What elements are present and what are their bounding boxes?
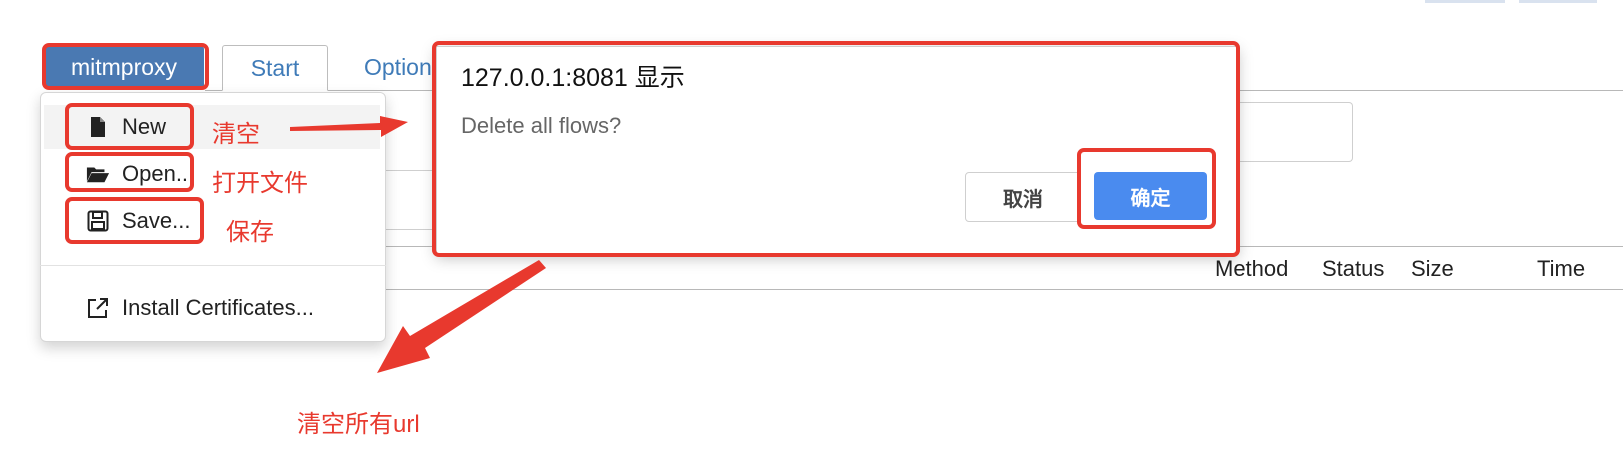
- annotation-box-brand: [42, 43, 209, 90]
- annotation-box-open: [65, 152, 194, 192]
- top-decoration-line: [1425, 0, 1505, 3]
- tab-options[interactable]: Option: [364, 54, 432, 81]
- annotation-box-save: [65, 197, 204, 244]
- external-link-icon: [86, 296, 110, 320]
- annotation-note-bottom: 清空所有url: [297, 411, 420, 438]
- annotation-box-confirm: [1077, 148, 1216, 229]
- screenshot-stage: mitmproxy Start Option Method Status Siz…: [0, 0, 1623, 459]
- menu-item-label: Install Certificates...: [122, 295, 314, 320]
- column-size[interactable]: Size: [1411, 256, 1454, 282]
- annotation-box-new: [65, 103, 194, 150]
- filter-input[interactable]: [1232, 102, 1353, 162]
- top-decoration-line: [1519, 0, 1597, 3]
- column-time[interactable]: Time: [1537, 256, 1585, 282]
- menu-divider: [40, 265, 386, 266]
- column-status[interactable]: Status: [1322, 256, 1384, 282]
- highlight-input[interactable]: [378, 170, 438, 230]
- menu-item-install-certificates[interactable]: Install Certificates...: [40, 286, 376, 330]
- annotation-note-new: 清空: [212, 121, 260, 148]
- annotation-note-save: 保存: [226, 219, 274, 246]
- tab-start[interactable]: Start: [222, 45, 328, 91]
- column-method[interactable]: Method: [1215, 256, 1288, 282]
- annotation-note-open: 打开文件: [212, 170, 308, 197]
